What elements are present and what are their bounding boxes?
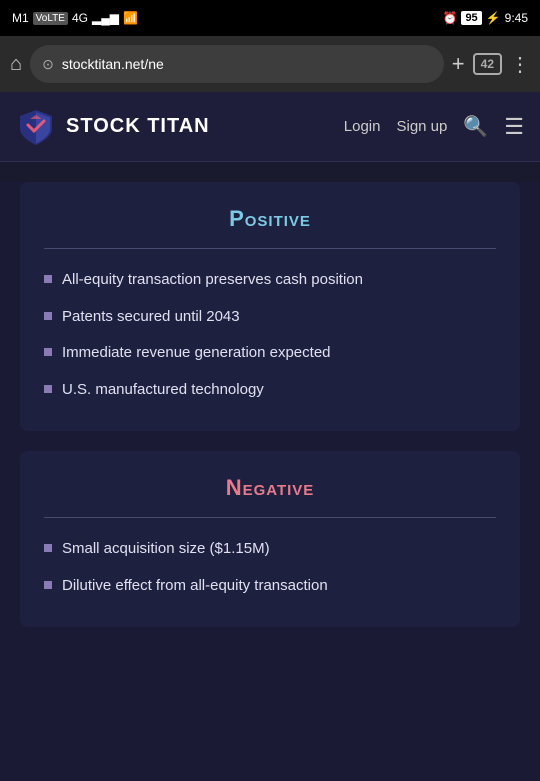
url-bar[interactable]: ⊙ stocktitan.net/ne	[30, 45, 444, 83]
negative-section: Negative Small acquisition size ($1.15M)…	[20, 451, 520, 627]
status-right: ⏰ 95 ⚡ 9:45	[442, 11, 528, 25]
signup-link[interactable]: Sign up	[396, 118, 447, 135]
list-item: Dilutive effect from all-equity transact…	[44, 575, 496, 598]
app-title: STOCK TITAN	[66, 115, 210, 138]
url-text: stocktitan.net/ne	[62, 56, 432, 72]
list-item: Immediate revenue generation expected	[44, 342, 496, 365]
logo-icon	[16, 107, 56, 147]
url-security-icon: ⊙	[42, 56, 54, 73]
bullet-icon	[44, 348, 52, 356]
app-header: STOCK TITAN Login Sign up 🔍 ☰	[0, 92, 540, 162]
negative-item-2: Dilutive effect from all-equity transact…	[62, 575, 328, 598]
carrier-label: M1	[12, 11, 29, 25]
bullet-icon	[44, 385, 52, 393]
bullet-icon	[44, 581, 52, 589]
network-label: 4G	[72, 11, 88, 25]
main-content: Positive All-equity transaction preserve…	[0, 182, 540, 781]
positive-section: Positive All-equity transaction preserve…	[20, 182, 520, 431]
bullet-icon	[44, 312, 52, 320]
alarm-icon: ⏰	[442, 11, 457, 25]
browser-home-button[interactable]: ⌂	[10, 53, 22, 76]
positive-title: Positive	[44, 206, 496, 232]
browser-menu-button[interactable]: ⋮	[510, 52, 530, 77]
hamburger-menu-icon[interactable]: ☰	[504, 114, 524, 140]
negative-item-1: Small acquisition size ($1.15M)	[62, 538, 270, 561]
positive-bullet-list: All-equity transaction preserves cash po…	[44, 269, 496, 401]
list-item: All-equity transaction preserves cash po…	[44, 269, 496, 292]
charging-icon: ⚡	[486, 11, 501, 25]
list-item: Patents secured until 2043	[44, 306, 496, 329]
header-nav: Login Sign up 🔍 ☰	[344, 114, 524, 140]
volte-label: VoLTE	[33, 12, 68, 25]
positive-item-3: Immediate revenue generation expected	[62, 342, 331, 365]
new-tab-button[interactable]: +	[452, 51, 465, 77]
negative-title: Negative	[44, 475, 496, 501]
wifi-icon: 📶	[123, 11, 138, 25]
login-link[interactable]: Login	[344, 118, 381, 135]
list-item: U.S. manufactured technology	[44, 379, 496, 402]
tabs-count-button[interactable]: 42	[473, 53, 502, 75]
bullet-icon	[44, 544, 52, 552]
logo-container: STOCK TITAN	[16, 107, 210, 147]
browser-chrome: ⌂ ⊙ stocktitan.net/ne + 42 ⋮	[0, 36, 540, 92]
positive-item-4: U.S. manufactured technology	[62, 379, 264, 402]
signal-icon: ▂▄▆	[92, 11, 119, 25]
status-bar: M1 VoLTE 4G ▂▄▆ 📶 ⏰ 95 ⚡ 9:45	[0, 0, 540, 36]
positive-item-2: Patents secured until 2043	[62, 306, 240, 329]
search-icon[interactable]: 🔍	[463, 114, 488, 139]
bullet-icon	[44, 275, 52, 283]
positive-divider	[44, 248, 496, 249]
list-item: Small acquisition size ($1.15M)	[44, 538, 496, 561]
time-label: 9:45	[505, 11, 528, 25]
battery-label: 95	[461, 11, 481, 25]
positive-item-1: All-equity transaction preserves cash po…	[62, 269, 363, 292]
negative-bullet-list: Small acquisition size ($1.15M) Dilutive…	[44, 538, 496, 597]
status-left: M1 VoLTE 4G ▂▄▆ 📶	[12, 11, 138, 25]
negative-divider	[44, 517, 496, 518]
